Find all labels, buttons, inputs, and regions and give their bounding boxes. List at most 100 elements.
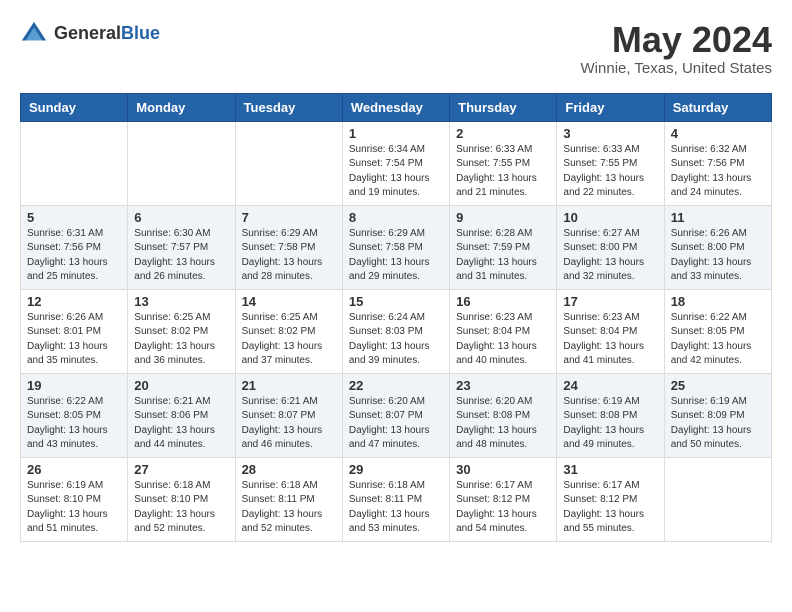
day-info: Sunrise: 6:29 AM Sunset: 7:58 PM Dayligh…: [242, 227, 336, 285]
day-number: 18: [671, 294, 765, 309]
day-info: Sunrise: 6:33 AM Sunset: 7:55 PM Dayligh…: [563, 143, 657, 201]
calendar-cell: 2 Sunrise: 6:33 AM Sunset: 7:55 PM Daylig…: [450, 121, 557, 205]
day-info: Sunrise: 6:18 AM Sunset: 8:11 PM Dayligh…: [349, 479, 443, 537]
calendar-cell: 9 Sunrise: 6:28 AM Sunset: 7:59 PM Daylig…: [450, 205, 557, 289]
day-info: Sunrise: 6:22 AM Sunset: 8:05 PM Dayligh…: [27, 395, 121, 453]
day-number: 31: [563, 462, 657, 477]
day-info: Sunrise: 6:33 AM Sunset: 7:55 PM Dayligh…: [456, 143, 550, 201]
day-info: Sunrise: 6:31 AM Sunset: 7:56 PM Dayligh…: [27, 227, 121, 285]
calendar-cell: 25 Sunrise: 6:19 AM Sunset: 8:09 PM Dayli…: [664, 373, 771, 457]
calendar-header-wednesday: Wednesday: [342, 93, 449, 121]
calendar-header-tuesday: Tuesday: [235, 93, 342, 121]
day-info: Sunrise: 6:20 AM Sunset: 8:07 PM Dayligh…: [349, 395, 443, 453]
day-info: Sunrise: 6:28 AM Sunset: 7:59 PM Dayligh…: [456, 227, 550, 285]
calendar-cell: 29Sunrise: 6:18 AM Sunset: 8:11 PM Dayli…: [342, 457, 449, 541]
calendar-cell: 27Sunrise: 6:18 AM Sunset: 8:10 PM Dayli…: [128, 457, 235, 541]
day-info: Sunrise: 6:22 AM Sunset: 8:05 PM Dayligh…: [671, 311, 765, 369]
calendar-cell: 26Sunrise: 6:19 AM Sunset: 8:10 PM Dayli…: [21, 457, 128, 541]
day-info: Sunrise: 6:19 AM Sunset: 8:10 PM Dayligh…: [27, 479, 121, 537]
day-info: Sunrise: 6:26 AM Sunset: 8:01 PM Dayligh…: [27, 311, 121, 369]
day-info: Sunrise: 6:27 AM Sunset: 8:00 PM Dayligh…: [563, 227, 657, 285]
day-number: 19: [27, 378, 121, 393]
calendar-cell: 17 Sunrise: 6:23 AM Sunset: 8:04 PM Dayli…: [557, 289, 664, 373]
day-info: Sunrise: 6:24 AM Sunset: 8:03 PM Dayligh…: [349, 311, 443, 369]
day-number: 7: [242, 210, 336, 225]
day-info: Sunrise: 6:17 AM Sunset: 8:12 PM Dayligh…: [456, 479, 550, 537]
day-number: 25: [671, 378, 765, 393]
day-number: 16: [456, 294, 550, 309]
calendar-week-row: 19 Sunrise: 6:22 AM Sunset: 8:05 PM Dayli…: [21, 373, 772, 457]
day-number: 17: [563, 294, 657, 309]
day-number: 1: [349, 126, 443, 141]
logo: GeneralBlue: [20, 20, 160, 48]
calendar-cell: 21 Sunrise: 6:21 AM Sunset: 8:07 PM Dayli…: [235, 373, 342, 457]
day-number: 24: [563, 378, 657, 393]
day-info: Sunrise: 6:32 AM Sunset: 7:56 PM Dayligh…: [671, 143, 765, 201]
day-number: 14: [242, 294, 336, 309]
calendar-cell: [664, 457, 771, 541]
calendar-cell: 6 Sunrise: 6:30 AM Sunset: 7:57 PM Daylig…: [128, 205, 235, 289]
day-number: 11: [671, 210, 765, 225]
calendar-cell: 10 Sunrise: 6:27 AM Sunset: 8:00 PM Dayli…: [557, 205, 664, 289]
day-info: Sunrise: 6:29 AM Sunset: 7:58 PM Dayligh…: [349, 227, 443, 285]
location-subtitle: Winnie, Texas, United States: [581, 60, 772, 77]
day-number: 12: [27, 294, 121, 309]
logo-text-general: General: [54, 23, 121, 43]
calendar-cell: 18 Sunrise: 6:22 AM Sunset: 8:05 PM Dayli…: [664, 289, 771, 373]
page-header: GeneralBlue May 2024 Winnie, Texas, Unit…: [20, 20, 772, 77]
day-info: Sunrise: 6:20 AM Sunset: 8:08 PM Dayligh…: [456, 395, 550, 453]
month-year-title: May 2024: [581, 20, 772, 60]
calendar-cell: 4Sunrise: 6:32 AM Sunset: 7:56 PM Daylig…: [664, 121, 771, 205]
day-number: 20: [134, 378, 228, 393]
day-number: 2: [456, 126, 550, 141]
calendar-week-row: 26Sunrise: 6:19 AM Sunset: 8:10 PM Dayli…: [21, 457, 772, 541]
day-info: Sunrise: 6:26 AM Sunset: 8:00 PM Dayligh…: [671, 227, 765, 285]
calendar-cell: 12 Sunrise: 6:26 AM Sunset: 8:01 PM Dayli…: [21, 289, 128, 373]
day-number: 10: [563, 210, 657, 225]
day-info: Sunrise: 6:19 AM Sunset: 8:09 PM Dayligh…: [671, 395, 765, 453]
day-info: Sunrise: 6:21 AM Sunset: 8:06 PM Dayligh…: [134, 395, 228, 453]
day-number: 8: [349, 210, 443, 225]
calendar-header-friday: Friday: [557, 93, 664, 121]
calendar-week-row: 1 Sunrise: 6:34 AM Sunset: 7:54 PM Daylig…: [21, 121, 772, 205]
calendar-header-monday: Monday: [128, 93, 235, 121]
day-info: Sunrise: 6:34 AM Sunset: 7:54 PM Dayligh…: [349, 143, 443, 201]
day-number: 3: [563, 126, 657, 141]
calendar-cell: [235, 121, 342, 205]
day-info: Sunrise: 6:23 AM Sunset: 8:04 PM Dayligh…: [456, 311, 550, 369]
day-number: 21: [242, 378, 336, 393]
calendar-cell: 20 Sunrise: 6:21 AM Sunset: 8:06 PM Dayli…: [128, 373, 235, 457]
calendar-table: SundayMondayTuesdayWednesdayThursdayFrid…: [20, 93, 772, 542]
day-info: Sunrise: 6:19 AM Sunset: 8:08 PM Dayligh…: [563, 395, 657, 453]
calendar-cell: 7 Sunrise: 6:29 AM Sunset: 7:58 PM Daylig…: [235, 205, 342, 289]
calendar-cell: 3 Sunrise: 6:33 AM Sunset: 7:55 PM Daylig…: [557, 121, 664, 205]
day-info: Sunrise: 6:21 AM Sunset: 8:07 PM Dayligh…: [242, 395, 336, 453]
logo-text-blue: Blue: [121, 23, 160, 43]
day-number: 5: [27, 210, 121, 225]
calendar-header-saturday: Saturday: [664, 93, 771, 121]
calendar-cell: 28Sunrise: 6:18 AM Sunset: 8:11 PM Dayli…: [235, 457, 342, 541]
calendar-cell: 30Sunrise: 6:17 AM Sunset: 8:12 PM Dayli…: [450, 457, 557, 541]
logo-icon: [20, 20, 48, 48]
day-number: 13: [134, 294, 228, 309]
day-info: Sunrise: 6:23 AM Sunset: 8:04 PM Dayligh…: [563, 311, 657, 369]
day-number: 9: [456, 210, 550, 225]
calendar-cell: [21, 121, 128, 205]
calendar-header-row: SundayMondayTuesdayWednesdayThursdayFrid…: [21, 93, 772, 121]
day-number: 6: [134, 210, 228, 225]
calendar-cell: 8 Sunrise: 6:29 AM Sunset: 7:58 PM Daylig…: [342, 205, 449, 289]
day-info: Sunrise: 6:17 AM Sunset: 8:12 PM Dayligh…: [563, 479, 657, 537]
calendar-cell: 14 Sunrise: 6:25 AM Sunset: 8:02 PM Dayli…: [235, 289, 342, 373]
calendar-header-thursday: Thursday: [450, 93, 557, 121]
day-info: Sunrise: 6:25 AM Sunset: 8:02 PM Dayligh…: [242, 311, 336, 369]
calendar-cell: 22 Sunrise: 6:20 AM Sunset: 8:07 PM Dayli…: [342, 373, 449, 457]
day-number: 27: [134, 462, 228, 477]
day-number: 15: [349, 294, 443, 309]
calendar-cell: 11 Sunrise: 6:26 AM Sunset: 8:00 PM Dayli…: [664, 205, 771, 289]
day-number: 22: [349, 378, 443, 393]
calendar-cell: 16 Sunrise: 6:23 AM Sunset: 8:04 PM Dayli…: [450, 289, 557, 373]
calendar-cell: [128, 121, 235, 205]
calendar-cell: 5 Sunrise: 6:31 AM Sunset: 7:56 PM Daylig…: [21, 205, 128, 289]
calendar-cell: 19 Sunrise: 6:22 AM Sunset: 8:05 PM Dayli…: [21, 373, 128, 457]
day-info: Sunrise: 6:30 AM Sunset: 7:57 PM Dayligh…: [134, 227, 228, 285]
